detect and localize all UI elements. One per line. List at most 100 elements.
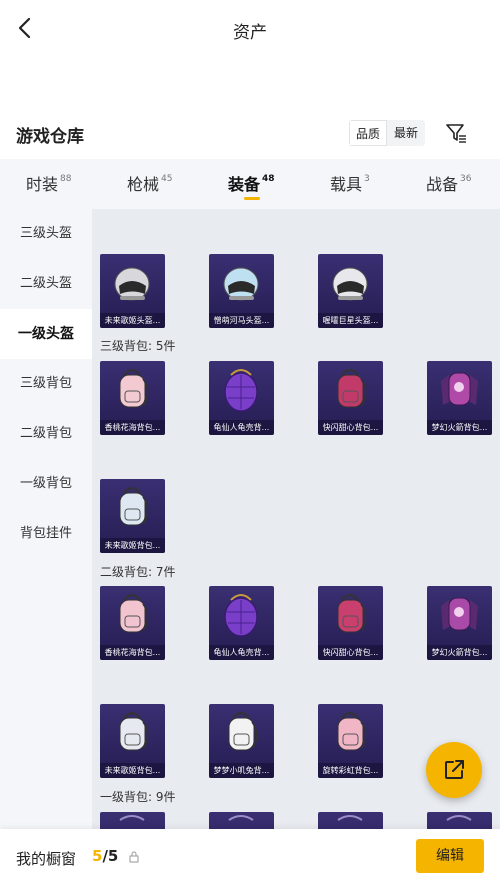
item-name: 龟仙人龟壳背... (209, 420, 274, 435)
tab-supplies[interactable]: 战备 36 (426, 171, 471, 195)
backpack-icon (119, 594, 149, 633)
sort-quality-button[interactable]: 品质 (349, 120, 387, 146)
item-card[interactable]: 梦幻火箭背包... (427, 361, 492, 435)
helmet-icon (223, 267, 259, 301)
tab-label: 时装 (26, 175, 59, 194)
share-export-icon (445, 760, 464, 779)
tab-count: 88 (60, 173, 72, 184)
tab-label: 装备 (228, 175, 261, 194)
sidebar-item-backpack-charm[interactable]: 背包挂件 (0, 509, 92, 559)
sidebar-item-level2-helmet[interactable]: 二级头盔 (0, 259, 92, 309)
share-button[interactable] (426, 742, 482, 798)
item-name: 龟仙人龟壳背... (209, 645, 274, 660)
item-name: 未来歌姬头盔... (100, 313, 165, 328)
item-name: 快闪甜心背包... (318, 645, 383, 660)
showcase-current: 5 (92, 847, 103, 865)
group-label-level2-backpack: 二级背包: 7件 (100, 565, 176, 579)
item-name: 梦幻火箭背包... (427, 645, 492, 660)
item-name: 未来歌姬背包... (100, 538, 165, 553)
item-card[interactable]: 未来歌姬背包... (100, 704, 165, 778)
my-showcase-label: 我的橱窗 (16, 850, 77, 868)
item-card[interactable] (100, 812, 165, 829)
helmet-icon (332, 267, 368, 301)
backpack-icon (337, 712, 367, 751)
item-name: 梦梦小叽兔背... (209, 763, 274, 778)
item-name: 梦幻火箭背包... (427, 420, 492, 435)
item-card[interactable] (209, 812, 274, 829)
item-card[interactable]: 快闪甜心背包... (318, 586, 383, 660)
tab-count: 36 (460, 173, 472, 184)
item-card[interactable]: 快闪甜心背包... (318, 361, 383, 435)
warehouse-header: 游戏仓库 品质 最新 (0, 118, 500, 152)
item-name: 旋转彩虹背包... (318, 763, 383, 778)
item-thumbnail (119, 815, 145, 821)
tab-equipment[interactable]: 装备 48 (228, 171, 275, 195)
filter-icon[interactable] (444, 121, 468, 145)
backpack-icon (228, 712, 258, 751)
rocket-backpack-icon (441, 597, 478, 631)
item-card[interactable] (427, 812, 492, 829)
rocket-backpack-icon (441, 372, 478, 406)
sidebar-item-level2-backpack[interactable]: 二级背包 (0, 409, 92, 459)
item-card[interactable]: 梦幻火箭背包... (427, 586, 492, 660)
edit-button[interactable]: 编辑 (416, 839, 484, 873)
backpack-icon (119, 712, 149, 751)
showcase-total: /5 (102, 847, 119, 865)
item-grid: 三级背包: 5件 二级背包: 7件 一级背包: 9件 未来歌姬头盔... 憎萌河马… (92, 209, 500, 829)
bottom-bar: 我的橱窗 5/5 编辑 (0, 829, 500, 885)
sort-toggle: 品质 最新 (349, 120, 425, 146)
item-card[interactable]: 香桃花海背包... (100, 586, 165, 660)
item-card[interactable]: 旋转彩虹背包... (318, 704, 383, 778)
sidebar-item-level1-helmet[interactable]: 一级头盔 (0, 309, 92, 359)
asset-page: 资产 游戏仓库 品质 最新 时装 88 枪械 45 装备 48 载具 3 战备 36 三级… (0, 0, 500, 885)
tab-count: 48 (262, 173, 275, 184)
tab-fashion[interactable]: 时装 88 (26, 171, 71, 195)
group-label-level1-backpack: 一级背包: 9件 (100, 790, 176, 804)
sort-latest-button[interactable]: 最新 (387, 120, 425, 146)
showcase-count: 5/5 (92, 847, 118, 865)
group-label-level3-backpack: 三级背包: 5件 (100, 339, 176, 353)
item-name: 憎萌河马头盔... (209, 313, 274, 328)
sidebar-item-level1-backpack[interactable]: 一级背包 (0, 459, 92, 509)
item-name: 香桃花海背包... (100, 645, 165, 660)
item-card[interactable]: 喔嚯巨星头盔... (318, 254, 383, 328)
warehouse-title: 游戏仓库 (16, 127, 84, 147)
backpack-icon (337, 594, 367, 633)
sidebar-item-level3-backpack[interactable]: 三级背包 (0, 359, 92, 409)
tab-vehicles[interactable]: 载具 3 (330, 171, 370, 195)
item-thumbnail (446, 815, 472, 821)
backpack-icon (119, 487, 149, 526)
tab-count: 45 (161, 173, 173, 184)
item-name: 快闪甜心背包... (318, 420, 383, 435)
turtle-shell-backpack-icon (224, 594, 258, 637)
item-name: 喔嚯巨星头盔... (318, 313, 383, 328)
item-name: 未来歌姬背包... (100, 763, 165, 778)
category-tabs: 时装 88 枪械 45 装备 48 载具 3 战备 36 (0, 159, 500, 209)
item-card[interactable]: 憎萌河马头盔... (209, 254, 274, 328)
lock-icon (129, 851, 139, 863)
item-card[interactable]: 梦梦小叽兔背... (209, 704, 274, 778)
backpack-icon (119, 369, 149, 408)
helmet-icon (114, 267, 150, 301)
tab-label: 战备 (426, 175, 459, 194)
item-card[interactable] (318, 812, 383, 829)
item-thumbnail (337, 815, 363, 821)
tab-label: 载具 (330, 175, 363, 194)
backpack-icon (337, 369, 367, 408)
item-name: 香桃花海背包... (100, 420, 165, 435)
item-card[interactable]: 未来歌姬背包... (100, 479, 165, 553)
item-thumbnail (228, 815, 254, 821)
item-card[interactable]: 香桃花海背包... (100, 361, 165, 435)
turtle-shell-backpack-icon (224, 369, 258, 412)
item-card[interactable]: 未来歌姬头盔... (100, 254, 165, 328)
top-bar: 资产 (0, 0, 500, 58)
item-card[interactable]: 龟仙人龟壳背... (209, 586, 274, 660)
page-title: 资产 (233, 23, 267, 43)
tab-active-indicator (244, 197, 260, 200)
tab-count: 3 (364, 173, 370, 184)
subcategory-sidebar: 三级头盔 二级头盔 一级头盔 三级背包 二级背包 一级背包 背包挂件 (0, 209, 92, 829)
tab-label: 枪械 (127, 175, 160, 194)
item-card[interactable]: 龟仙人龟壳背... (209, 361, 274, 435)
tab-firearms[interactable]: 枪械 45 (127, 171, 172, 195)
sidebar-item-level3-helmet[interactable]: 三级头盔 (0, 209, 92, 259)
